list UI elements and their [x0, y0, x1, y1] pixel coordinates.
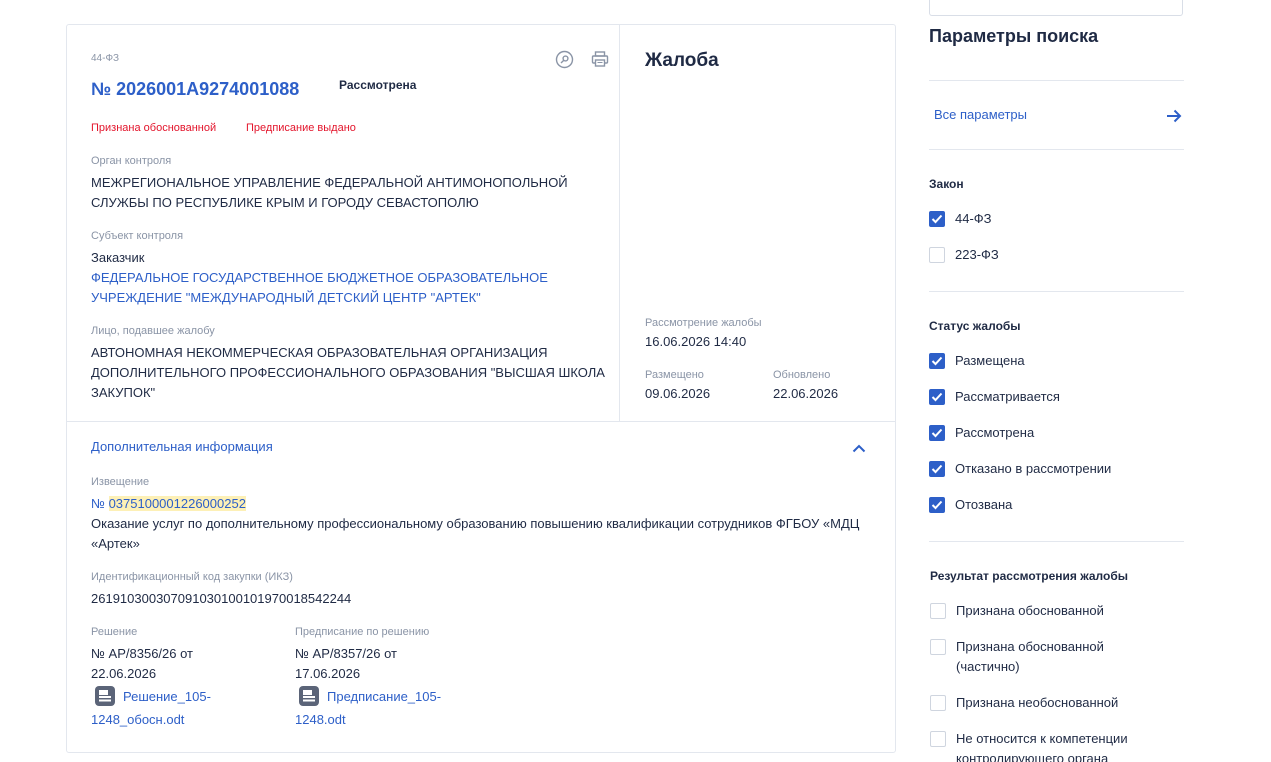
checkbox-label: Признана обоснованной [956, 603, 1104, 618]
control-body-value: МЕЖРЕГИОНАЛЬНОЕ УПРАВЛЕНИЕ ФЕДЕРАЛЬНОЙ А… [91, 175, 568, 210]
all-params-link[interactable]: Все параметры [934, 107, 1027, 122]
search-params-sidebar: Параметры поиска Все параметры Закон 44-… [929, 0, 1184, 762]
notice-prefix: № [91, 496, 109, 511]
document-icon [299, 686, 319, 706]
checkbox-unchecked-icon[interactable] [930, 731, 946, 747]
result-section-title: Результат рассмотрения жалобы [930, 569, 1128, 583]
card-main-column: 44-ФЗ № 2026001A9274001088 Рассмотрена П… [67, 25, 620, 421]
checkbox-checked-icon[interactable] [929, 353, 945, 369]
checkbox-result-not-competent[interactable]: Не относится к компетенции контролирующе… [930, 729, 1145, 762]
complaint-card: 44-ФЗ № 2026001A9274001088 Рассмотрена П… [66, 24, 896, 753]
status-text: Рассмотрена [339, 78, 417, 92]
placed-label: Размещено [645, 369, 704, 381]
checkbox-law-223[interactable]: 223-ФЗ [929, 245, 999, 265]
decision-value: № АР/8356/26 от 22.06.2026 [91, 646, 194, 681]
order-value: № АР/8357/26 от 17.06.2026 [295, 646, 398, 681]
checkbox-status-reviewed[interactable]: Рассмотрена [929, 423, 1034, 443]
notice-label: Извещение [91, 476, 150, 488]
checkbox-status-refused[interactable]: Отказано в рассмотрении [929, 459, 1111, 479]
complaint-title: Жалоба [645, 50, 719, 71]
review-label: Рассмотрение жалобы [645, 317, 762, 329]
notice-number: 0375100001226000252 [108, 496, 246, 511]
chevron-up-icon[interactable] [849, 438, 869, 458]
checkbox-label: Рассматривается [955, 389, 1060, 404]
checkbox-status-placed[interactable]: Размещена [929, 351, 1025, 371]
document-icon [95, 686, 115, 706]
decision-file-link[interactable]: Решение_105-1248_обосн.odt [91, 685, 271, 731]
checkbox-label: Не относится к компетенции контролирующе… [956, 731, 1128, 762]
checkbox-result-unjustified[interactable]: Признана необоснованной [930, 693, 1145, 713]
checkbox-label: Отказано в рассмотрении [955, 461, 1112, 476]
checkbox-unchecked-icon[interactable] [930, 603, 946, 619]
checkbox-checked-icon[interactable] [929, 425, 945, 441]
checkbox-checked-icon[interactable] [929, 211, 945, 227]
decision-label: Решение [91, 626, 138, 638]
card-top: 44-ФЗ № 2026001A9274001088 Рассмотрена П… [67, 25, 895, 421]
checkbox-checked-icon[interactable] [929, 461, 945, 477]
checkbox-label: 223-ФЗ [955, 247, 999, 262]
placed-value: 09.06.2026 [645, 386, 711, 401]
checkbox-law-44[interactable]: 44-ФЗ [929, 209, 992, 229]
divider [929, 80, 1184, 81]
checkbox-label: Рассмотрена [955, 425, 1035, 440]
checkbox-unchecked-icon[interactable] [929, 247, 945, 263]
control-subject-role: Заказчик [91, 250, 145, 265]
checkbox-label: 44-ФЗ [955, 211, 992, 226]
review-value: 16.06.2026 14:40 [645, 334, 747, 349]
order-label: Предписание по решению [295, 626, 430, 638]
notice-number-link[interactable]: № 0375100001226000252 [91, 494, 246, 514]
status-section-title: Статус жалобы [929, 319, 1021, 333]
arrow-right-icon[interactable] [1164, 106, 1184, 126]
checkbox-label: Признана обоснованной (частично) [956, 639, 1104, 674]
updated-label: Обновлено [773, 369, 831, 381]
law-label: 44-ФЗ [91, 53, 120, 64]
sidebar-title: Параметры поиска [929, 26, 1099, 46]
checkbox-unchecked-icon[interactable] [930, 639, 946, 655]
checkbox-checked-icon[interactable] [929, 389, 945, 405]
ikz-label: Идентификационный код закупки (ИКЗ) [91, 571, 293, 583]
complainant-label: Лицо, подавшее жалобу [91, 325, 215, 337]
complaint-info-column: Жалоба Рассмотрение жалобы 16.06.2026 14… [620, 25, 895, 421]
divider [929, 149, 1184, 150]
law-section-title: Закон [929, 177, 964, 191]
ikz-value: 261910300307091030100101970018542244 [91, 591, 352, 606]
checkbox-status-withdrawn[interactable]: Отозвана [929, 495, 1012, 515]
notice-description: Оказание услуг по дополнительному профес… [91, 516, 860, 551]
tag-order: Предписание выдано [246, 122, 356, 134]
print-icon[interactable] [590, 49, 610, 69]
checkbox-result-partial[interactable]: Признана обоснованной (частично) [930, 637, 1145, 677]
search-input[interactable] [929, 0, 1183, 16]
search-icon[interactable] [554, 49, 574, 69]
checkbox-label: Размещена [955, 353, 1025, 368]
checkbox-status-reviewing[interactable]: Рассматривается [929, 387, 1060, 407]
control-body-label: Орган контроля [91, 155, 172, 167]
additional-info-toggle[interactable]: Дополнительная информация [91, 439, 273, 454]
registry-number-link[interactable]: № 2026001A9274001088 [91, 79, 299, 100]
card-divider [67, 421, 895, 422]
checkbox-label: Отозвана [955, 497, 1013, 512]
tag-result: Признана обоснованной [91, 122, 217, 134]
checkbox-result-justified[interactable]: Признана обоснованной [930, 601, 1145, 621]
checkbox-checked-icon[interactable] [929, 497, 945, 513]
control-subject-link[interactable]: ФЕДЕРАЛЬНОЕ ГОСУДАРСТВЕННОЕ БЮДЖЕТНОЕ ОБ… [91, 268, 571, 308]
divider [929, 541, 1184, 542]
control-subject-label: Субъект контроля [91, 230, 184, 242]
divider [929, 291, 1184, 292]
updated-value: 22.06.2026 [773, 386, 839, 401]
checkbox-unchecked-icon[interactable] [930, 695, 946, 711]
complainant-value: АВТОНОМНАЯ НЕКОММЕРЧЕСКАЯ ОБРАЗОВАТЕЛЬНА… [91, 345, 605, 400]
order-file-link[interactable]: Предписание_105-1248.odt [295, 685, 485, 731]
checkbox-label: Признана необоснованной [956, 695, 1119, 710]
